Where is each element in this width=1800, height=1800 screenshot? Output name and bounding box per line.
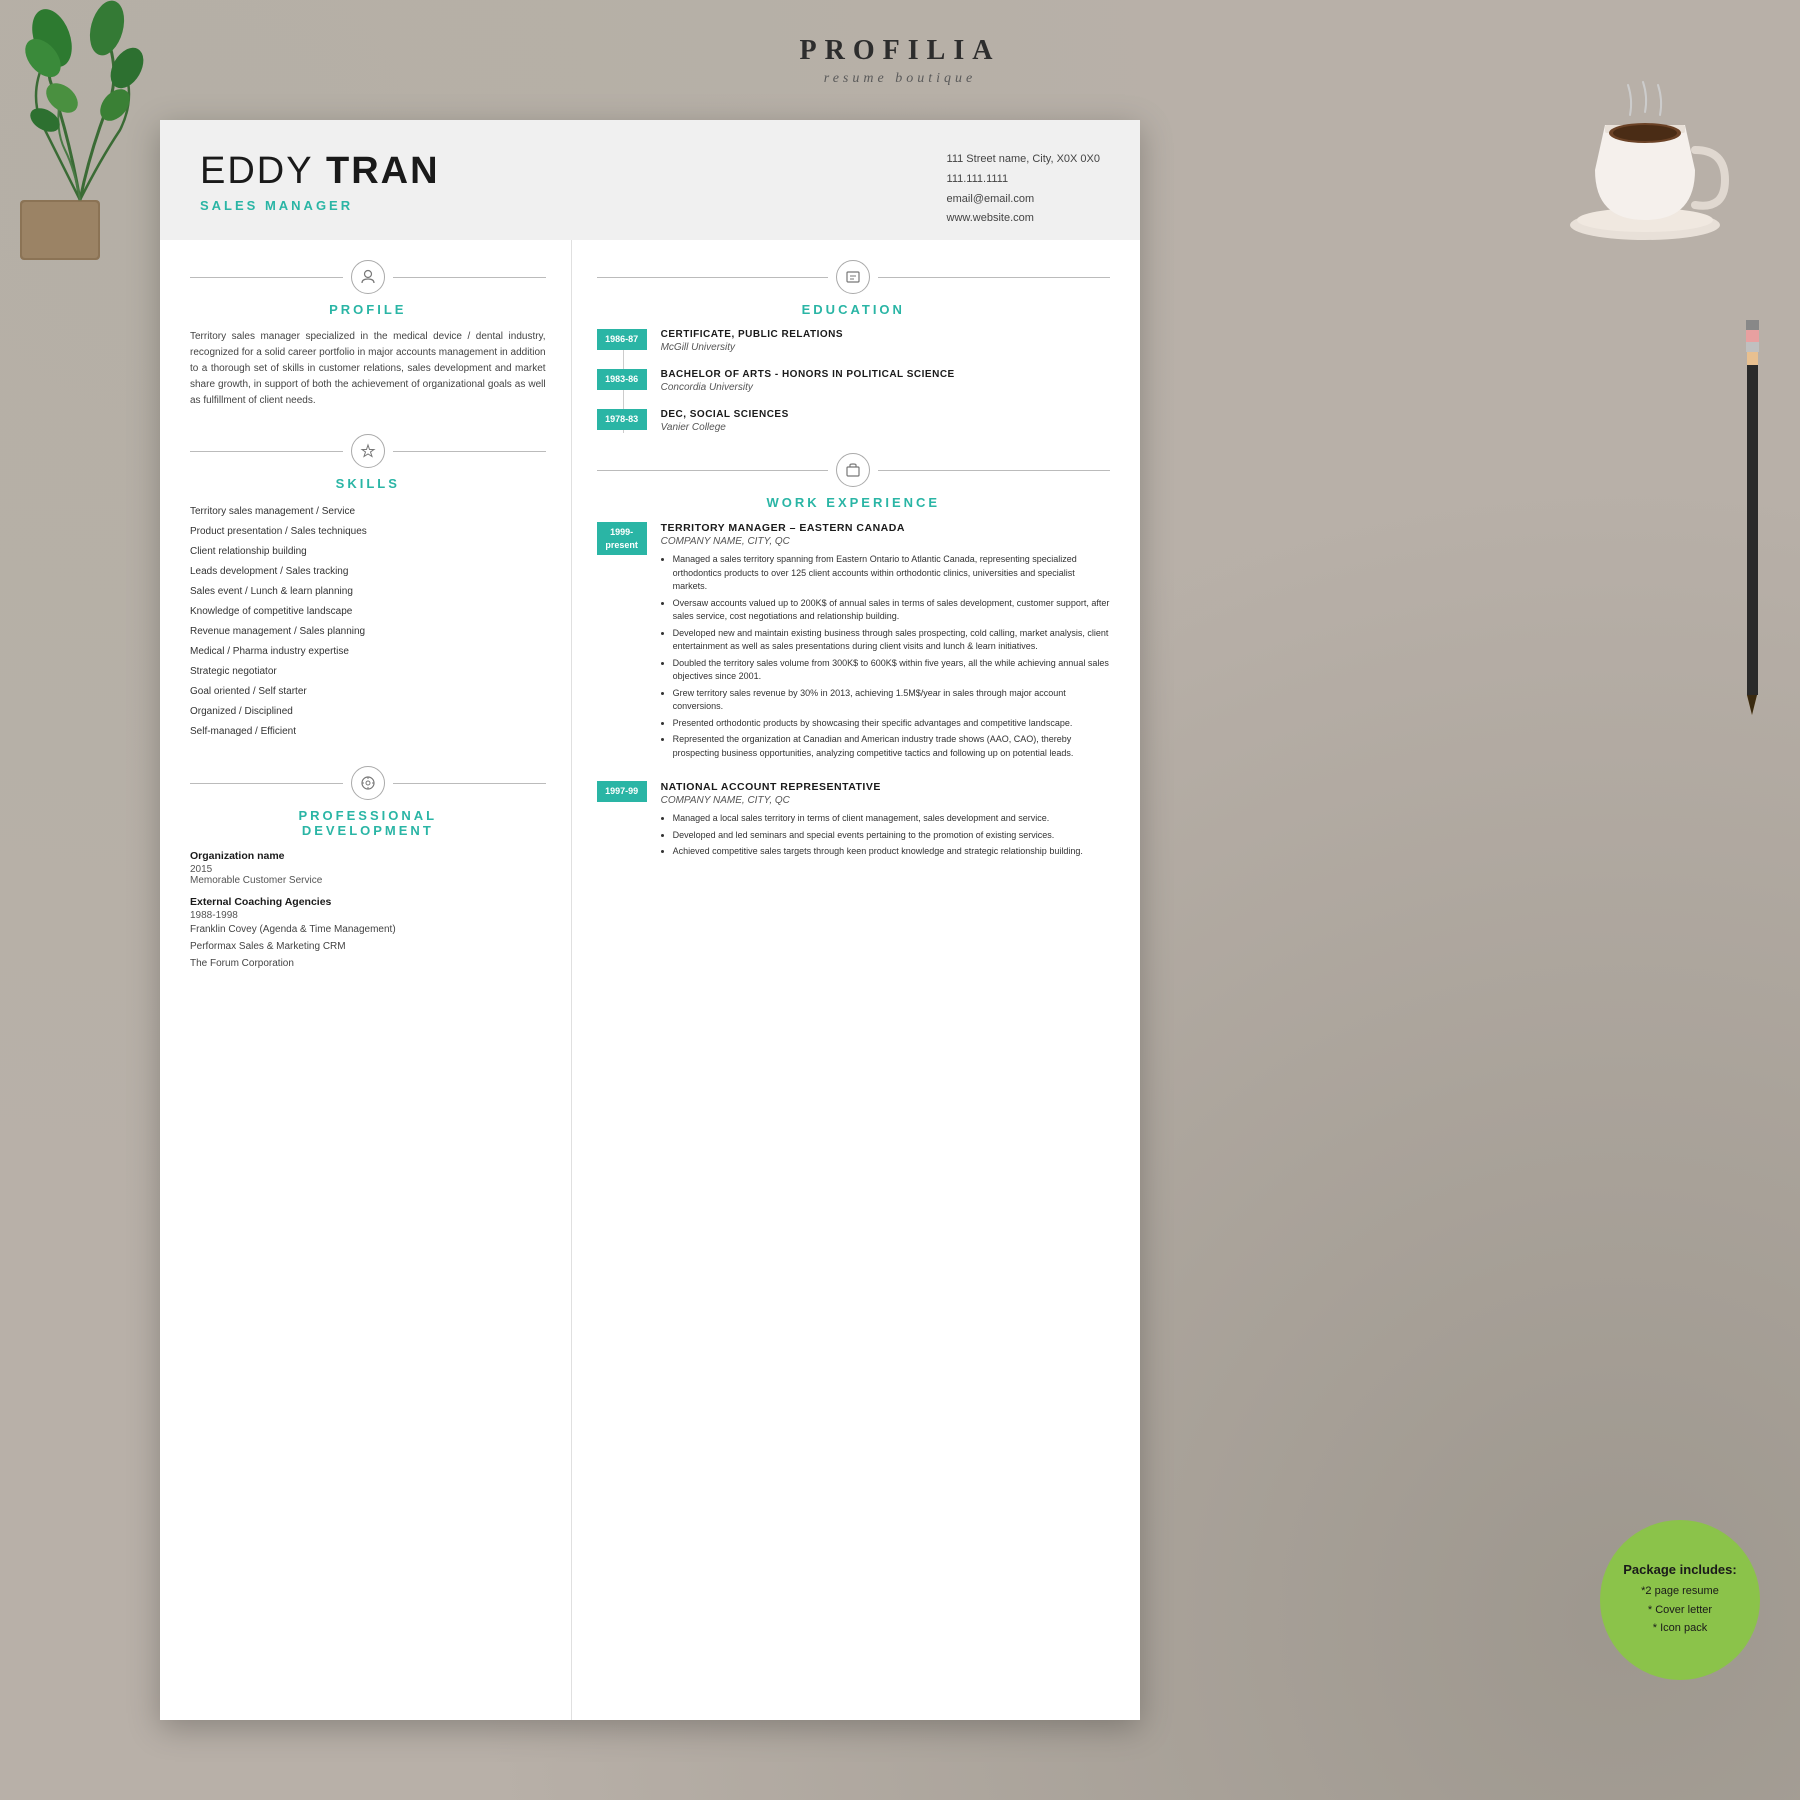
work-job-title: NATIONAL ACCOUNT REPRESENTATIVE — [661, 781, 1110, 793]
brand-name: PROFILIA — [800, 35, 1001, 67]
email: email@email.com — [947, 190, 1100, 210]
education-header-decoration — [597, 260, 1110, 294]
work-bullet-item: Achieved competitive sales targets throu… — [673, 845, 1110, 859]
education-entry: 1978-83 DEC, SOCIAL SCIENCES Vanier Colleg… — [597, 409, 1110, 433]
right-col-inner: EDUCATION 1986-87 CERTIFICATE, PUBLIC REL… — [572, 260, 1110, 862]
work-header-decoration — [597, 453, 1110, 487]
education-content: DEC, SOCIAL SCIENCES Vanier College — [661, 409, 789, 433]
work-bullet-item: Developed new and maintain existing busi… — [673, 627, 1110, 654]
pencil — [1735, 300, 1770, 725]
professional-development-section: PROFESSIONALDEVELOPMENT Organization nam… — [190, 766, 546, 972]
education-date: 1983-86 — [597, 369, 647, 390]
contact-info: 111 Street name, City, X0X 0X0 111.111.1… — [947, 150, 1100, 229]
work-bullet-item: Managed a local sales territory in terms… — [673, 812, 1110, 826]
work-bullet-item: Represented the organization at Canadian… — [673, 733, 1110, 760]
last-name: TRAN — [326, 150, 440, 192]
education-date: 1986-87 — [597, 329, 647, 350]
work-date: 1997-99 — [597, 781, 647, 802]
pd-desc-1: Memorable Customer Service — [190, 875, 546, 886]
phone: 111.111.1111 — [947, 170, 1100, 190]
work-content: NATIONAL ACCOUNT REPRESENTATIVE COMPANY N… — [661, 781, 1110, 862]
work-bullet-item: Oversaw accounts valued up to 200K$ of a… — [673, 597, 1110, 624]
work-icon — [836, 453, 870, 487]
pd-content: Organization name 2015 Memorable Custome… — [190, 850, 546, 972]
education-content: BACHELOR OF ARTS - HONORS IN POLITICAL S… — [661, 369, 955, 393]
address: 111 Street name, City, X0X 0X0 — [947, 150, 1100, 170]
work-content: TERRITORY MANAGER – EASTERN CANADA COMPAN… — [661, 522, 1110, 763]
pd-year-2: 1988-1998 — [190, 910, 546, 921]
work-entry: 1999- present TERRITORY MANAGER – EASTERN… — [597, 522, 1110, 763]
resume-header: EDDY TRAN SALES MANAGER 111 Street name,… — [160, 120, 1140, 240]
package-badge: Package includes: *2 page resume * Cover… — [1600, 1520, 1760, 1680]
degree-title: CERTIFICATE, PUBLIC RELATIONS — [661, 329, 843, 340]
education-timeline: 1986-87 CERTIFICATE, PUBLIC RELATIONS McGi… — [597, 329, 1110, 433]
pd-header-decoration — [190, 766, 546, 800]
education-entry: 1983-86 BACHELOR OF ARTS - HONORS IN POLI… — [597, 369, 1110, 393]
skills-title: SKILLS — [190, 476, 546, 491]
package-item-1: *2 page resume — [1641, 1582, 1719, 1601]
education-content: CERTIFICATE, PUBLIC RELATIONS McGill Univ… — [661, 329, 843, 353]
decorative-plant — [0, 0, 220, 325]
resume-body: PROFILE Territory sales manager speciali… — [160, 240, 1140, 1720]
pd-icon — [351, 766, 385, 800]
website: www.website.com — [947, 209, 1100, 229]
work-bullet-item: Developed and led seminars and special e… — [673, 829, 1110, 843]
work-experience-section: WORK EXPERIENCE 1999- present TERRITORY M… — [597, 453, 1110, 862]
education-date: 1978-83 — [597, 409, 647, 430]
pd-org-1: Organization name — [190, 850, 546, 862]
work-entry: 1997-99 NATIONAL ACCOUNT REPRESENTATIVE CO… — [597, 781, 1110, 862]
work-bullet-item: Presented orthodontic products by showca… — [673, 717, 1110, 731]
profile-text: Territory sales manager specialized in t… — [190, 329, 546, 409]
name-area: EDDY TRAN SALES MANAGER — [200, 150, 440, 213]
package-item-2: * Cover letter — [1648, 1601, 1712, 1620]
pd-items-2: Franklin Covey (Agenda & Time Management… — [190, 921, 546, 972]
skills-list: Territory sales management / ServiceProd… — [190, 503, 546, 741]
profile-title: PROFILE — [190, 302, 546, 317]
work-bullets: Managed a local sales territory in terms… — [661, 812, 1110, 859]
work-company: COMPANY NAME, CITY, QC — [661, 536, 1110, 547]
work-bullet-item: Doubled the territory sales volume from … — [673, 657, 1110, 684]
work-timeline: 1999- present TERRITORY MANAGER – EASTERN… — [597, 522, 1110, 862]
education-entry: 1986-87 CERTIFICATE, PUBLIC RELATIONS McGi… — [597, 329, 1110, 353]
school-name: Concordia University — [661, 382, 955, 393]
skills-section: SKILLS Territory sales management / Serv… — [190, 434, 546, 741]
hr-line-right — [393, 277, 546, 278]
profile-header-decoration — [190, 260, 546, 294]
degree-title: BACHELOR OF ARTS - HONORS IN POLITICAL S… — [661, 369, 955, 380]
degree-title: DEC, SOCIAL SCIENCES — [661, 409, 789, 420]
profile-section: PROFILE Territory sales manager speciali… — [190, 260, 546, 409]
school-name: McGill University — [661, 342, 843, 353]
skills-header-decoration — [190, 434, 546, 468]
resume-paper: EDDY TRAN SALES MANAGER 111 Street name,… — [160, 120, 1140, 1720]
work-company: COMPANY NAME, CITY, QC — [661, 795, 1110, 806]
pd-org-2: External Coaching Agencies — [190, 896, 546, 908]
coffee-cup — [1540, 50, 1750, 265]
pd-title: PROFESSIONALDEVELOPMENT — [190, 808, 546, 838]
package-item-3: * Icon pack — [1653, 1619, 1707, 1638]
education-section: EDUCATION 1986-87 CERTIFICATE, PUBLIC REL… — [597, 260, 1110, 433]
work-bullet-item: Managed a sales territory spanning from … — [673, 553, 1110, 594]
left-column: PROFILE Territory sales manager speciali… — [160, 240, 572, 1720]
pd-year-1: 2015 — [190, 864, 546, 875]
work-job-title: TERRITORY MANAGER – EASTERN CANADA — [661, 522, 1110, 534]
profile-icon — [351, 260, 385, 294]
skills-icon — [351, 434, 385, 468]
brand-subtitle: resume boutique — [800, 71, 1001, 87]
work-title: WORK EXPERIENCE — [597, 495, 1110, 510]
work-bullets: Managed a sales territory spanning from … — [661, 553, 1110, 760]
education-icon — [836, 260, 870, 294]
school-name: Vanier College — [661, 422, 789, 433]
brand-header: PROFILIA resume boutique — [800, 35, 1001, 87]
job-title-header: SALES MANAGER — [200, 198, 440, 213]
education-title: EDUCATION — [597, 302, 1110, 317]
package-title: Package includes: — [1623, 1562, 1736, 1577]
work-date: 1999- present — [597, 522, 647, 555]
right-column: EDUCATION 1986-87 CERTIFICATE, PUBLIC REL… — [572, 240, 1140, 1720]
work-bullet-item: Grew territory sales revenue by 30% in 2… — [673, 687, 1110, 714]
